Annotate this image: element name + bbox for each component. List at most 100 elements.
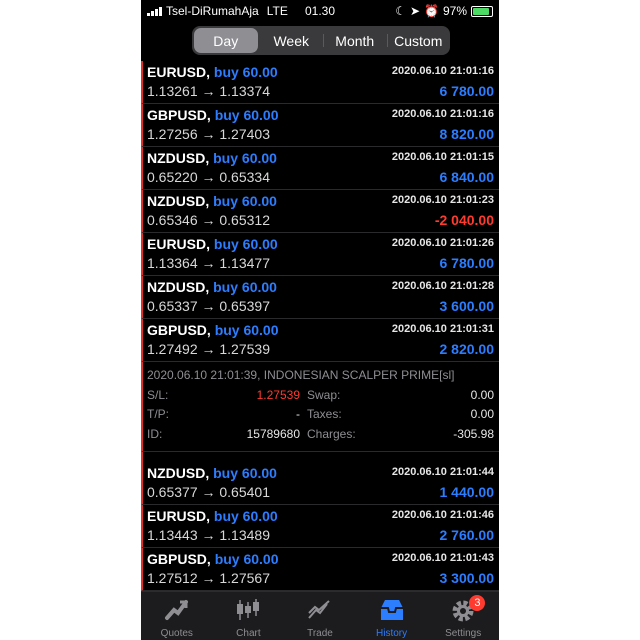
trade-prices: 0.65377 → 0.65401 <box>147 484 270 500</box>
tab-history[interactable]: History <box>356 592 428 640</box>
trade-profit: 2 760.00 <box>439 527 495 543</box>
trade-row[interactable]: NZDUSD, buy 60.00 2020.06.10 21:01:23 0.65… <box>141 190 499 233</box>
trade-profit: 3 600.00 <box>439 298 495 314</box>
tab-label: Chart <box>236 628 261 639</box>
trade-datetime: 2020.06.10 21:01:31 <box>391 323 494 335</box>
trade-prices: 1.13364 → 1.13477 <box>147 255 270 271</box>
sl-value: 1.27539 <box>256 388 300 402</box>
trade-prices: 1.27512 → 1.27567 <box>147 570 270 586</box>
trade-detail-panel: 2020.06.10 21:01:39, INDONESIAN SCALPER … <box>141 362 499 452</box>
moon-icon: ☾ <box>395 4 406 18</box>
trade-profit: 3 300.00 <box>439 570 495 586</box>
tab-settings[interactable]: Settings 3 <box>427 592 499 640</box>
tab-chart[interactable]: Chart <box>213 592 285 640</box>
trade-action: buy 60.00 <box>213 150 277 166</box>
trade-action: buy 60.00 <box>213 465 277 481</box>
trade-row[interactable]: GBPUSD, buy 60.00 2020.06.10 21:01:31 1.27… <box>141 319 499 362</box>
swap-value: 0.00 <box>470 388 494 402</box>
trade-row[interactable]: NZDUSD, buy 60.00 2020.06.10 21:01:15 0.65… <box>141 147 499 190</box>
trade-datetime: 2020.06.10 21:01:28 <box>391 280 494 292</box>
trade-datetime: 2020.06.10 21:01:23 <box>391 194 494 206</box>
trade-datetime: 2020.06.10 21:01:15 <box>391 151 494 163</box>
segment-month[interactable]: Month <box>323 26 387 55</box>
notification-badge: 3 <box>469 595 486 611</box>
trade-action: buy 60.00 <box>214 322 279 338</box>
trade-prices: 1.27492 → 1.27539 <box>147 341 270 357</box>
tab-label: Trade <box>307 628 333 639</box>
segment-custom[interactable]: Custom <box>386 26 451 55</box>
trade-symbol: NZDUSD, buy 60.00 <box>147 279 277 295</box>
trade-symbol: GBPUSD, buy 60.00 <box>147 107 279 123</box>
trade-action: buy 60.00 <box>214 551 279 567</box>
trade-datetime: 2020.06.10 21:01:16 <box>391 108 494 120</box>
trade-symbol: NZDUSD, buy 60.00 <box>147 465 277 481</box>
list-spacer <box>141 452 499 462</box>
tab-trade[interactable]: Trade <box>284 592 356 640</box>
taxes-value: 0.00 <box>470 407 494 421</box>
sl-label: S/L: <box>147 388 169 402</box>
trade-action: buy 60.00 <box>213 193 277 209</box>
swap-label: Swap: <box>307 388 341 402</box>
trade-action: buy 60.00 <box>213 64 278 80</box>
trade-row[interactable]: NZDUSD, buy 60.00 2020.06.10 21:01:44 0.65… <box>141 462 499 505</box>
trade-row[interactable]: GBPUSD, buy 60.00 2020.06.10 21:01:16 1.27… <box>141 104 499 147</box>
trade-symbol: NZDUSD, buy 60.00 <box>147 150 277 166</box>
tab-label: Quotes <box>160 628 193 639</box>
trade-profit: 6 780.00 <box>439 255 495 271</box>
trade-row[interactable]: EURUSD, buy 60.00 2020.06.10 21:01:26 1.13… <box>141 233 499 276</box>
trade-profit: 1 440.00 <box>439 484 495 500</box>
trade-action: buy 60.00 <box>213 279 277 295</box>
trade-action: buy 60.00 <box>214 107 279 123</box>
trade-prices: 0.65220 → 0.65334 <box>147 169 270 185</box>
trade-datetime: 2020.06.10 21:01:46 <box>391 509 494 521</box>
battery-icon <box>471 5 493 17</box>
tab-quotes[interactable]: Quotes <box>141 592 213 640</box>
trade-profit: 2 820.00 <box>439 341 495 357</box>
trade-row[interactable]: GBPUSD, buy 60.00 2020.06.10 21:01:43 1.27… <box>141 548 499 591</box>
history-list[interactable]: EURUSD, buy 60.00 2020.06.10 21:01:16 1.13… <box>141 61 499 591</box>
battery-percent: 97% <box>442 4 467 18</box>
tp-label: T/P: <box>147 407 170 421</box>
trade-symbol: NZDUSD, buy 60.00 <box>147 193 277 209</box>
trade-datetime: 2020.06.10 21:01:44 <box>391 466 494 478</box>
id-value: 15789680 <box>246 427 300 441</box>
period-segmented-control: Day Week Month Custom <box>192 26 450 55</box>
id-label: ID: <box>147 427 163 441</box>
tab-bar: Quotes Chart Trade History Settings 3 <box>141 591 499 640</box>
trade-prices: 1.13443 → 1.13489 <box>147 527 270 543</box>
trade-symbol: EURUSD, buy 60.00 <box>147 236 278 252</box>
trade-datetime: 2020.06.10 21:01:43 <box>391 552 494 564</box>
trade-prices: 0.65346 → 0.65312 <box>147 212 270 228</box>
trade-symbol: EURUSD, buy 60.00 <box>147 508 278 524</box>
tab-label: Settings <box>445 628 482 639</box>
tp-value: - <box>296 407 300 421</box>
tab-label: History <box>376 628 408 639</box>
detail-header: 2020.06.10 21:01:39, INDONESIAN SCALPER … <box>147 368 455 382</box>
alarm-icon: ⏰ <box>424 4 439 18</box>
trade-action: buy 60.00 <box>213 236 278 252</box>
trade-profit: -2 040.00 <box>434 212 494 228</box>
status-bar: Tsel-DiRumahAja LTE 01.30 ☾ ➤ ⏰ 97% <box>141 0 499 20</box>
trade-action: buy 60.00 <box>213 508 278 524</box>
trade-prices: 0.65337 → 0.65397 <box>147 298 270 314</box>
segment-day[interactable]: Day <box>194 28 258 53</box>
trade-row[interactable]: EURUSD, buy 60.00 2020.06.10 21:01:16 1.13… <box>141 61 499 104</box>
trade-prices: 1.13261 → 1.13374 <box>147 83 270 99</box>
trade-profit: 6 780.00 <box>439 83 495 99</box>
charges-label: Charges: <box>307 427 356 441</box>
trade-symbol: GBPUSD, buy 60.00 <box>147 551 279 567</box>
taxes-label: Taxes: <box>307 407 342 421</box>
trade-prices: 1.27256 → 1.27403 <box>147 126 270 142</box>
trade-row[interactable]: EURUSD, buy 60.00 2020.06.10 21:01:46 1.13… <box>141 505 499 548</box>
trade-symbol: GBPUSD, buy 60.00 <box>147 322 279 338</box>
trade-row[interactable]: NZDUSD, buy 60.00 2020.06.10 21:01:28 0.65… <box>141 276 499 319</box>
trade-datetime: 2020.06.10 21:01:26 <box>391 237 494 249</box>
phone-screen: Tsel-DiRumahAja LTE 01.30 ☾ ➤ ⏰ 97% Day W… <box>141 0 499 640</box>
trade-datetime: 2020.06.10 21:01:16 <box>391 65 494 77</box>
trade-profit: 6 840.00 <box>439 169 495 185</box>
segment-week[interactable]: Week <box>260 26 324 55</box>
charges-value: -305.98 <box>453 427 494 441</box>
location-icon: ➤ <box>409 4 421 18</box>
trade-profit: 8 820.00 <box>439 126 495 142</box>
trade-symbol: EURUSD, buy 60.00 <box>147 64 278 80</box>
